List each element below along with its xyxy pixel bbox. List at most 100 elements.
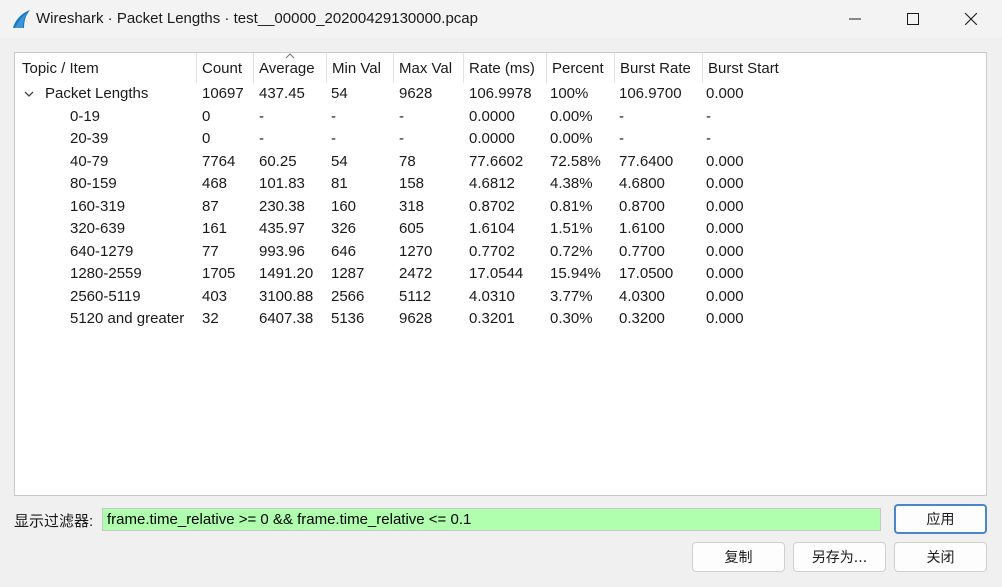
header-percent[interactable]: Percent <box>552 60 604 77</box>
cell-count: 0 <box>202 130 211 147</box>
cell-burst-start: 0.000 <box>706 175 744 192</box>
cell-percent: 15.94% <box>550 265 601 282</box>
cell-burst-rate: - <box>619 130 624 147</box>
column-separator[interactable] <box>393 53 394 83</box>
cell-burst-start: 0.000 <box>706 242 744 260</box>
column-separator[interactable] <box>702 53 703 83</box>
cell-max-val: 5112 <box>399 287 432 305</box>
cell-count: 468 <box>202 175 228 192</box>
tree-row[interactable]: 40-79 7764 60.25 54 78 77.6602 72.58% 77.6400 0.… <box>15 151 986 174</box>
column-separator[interactable] <box>326 53 327 83</box>
cell-rate: 0.8702 <box>469 197 515 215</box>
column-separator[interactable] <box>463 53 464 83</box>
cell-burst-rate: 4.6800 <box>619 175 665 192</box>
cell-min-val: 54 <box>331 85 348 102</box>
header-rate[interactable]: Rate (ms) <box>469 60 535 77</box>
copy-button[interactable]: 复制 <box>692 542 785 572</box>
display-filter-label: 显示过滤器: <box>14 513 94 530</box>
cell-max-val: 78 <box>399 152 416 170</box>
cell-rate: 0.0000 <box>469 107 515 125</box>
cell-rate: 77.6602 <box>469 152 524 170</box>
cell-topic: Packet Lengths <box>45 85 149 102</box>
cell-burst-rate: 0.3200 <box>619 310 665 327</box>
apply-button[interactable]: 应用 <box>894 504 987 534</box>
tree-row[interactable]: 20-39 0 - - - 0.0000 0.00% - - <box>15 128 986 151</box>
cell-average: 993.96 <box>259 242 305 260</box>
cell-percent: 0.30% <box>550 310 593 327</box>
tree-rows: Packet Lengths 10697 437.45 54 9628 106.… <box>15 83 986 331</box>
cell-burst-start: - <box>706 130 711 147</box>
tree-row[interactable]: 640-1279 77 993.96 646 1270 0.7702 0.72% 0.7700… <box>15 241 986 264</box>
cell-topic: 0-19 <box>70 107 101 125</box>
header-topic[interactable]: Topic / Item <box>22 60 99 77</box>
cell-burst-rate: 106.9700 <box>619 85 682 102</box>
cell-min-val: 1287 <box>331 265 365 282</box>
header-burst-rate[interactable]: Burst Rate <box>620 60 691 77</box>
cell-max-val: - <box>399 107 404 125</box>
tree-row[interactable]: 80-159 468 101.83 81 158 4.6812 4.38% 4.6800 0.0… <box>15 173 986 196</box>
tree-row-parent[interactable]: Packet Lengths 10697 437.45 54 9628 106.… <box>15 83 986 106</box>
cell-average: 6407.38 <box>259 310 314 327</box>
tree-row[interactable]: 160-319 87 230.38 160 318 0.8702 0.81% 0.8700 0.… <box>15 196 986 219</box>
cell-average: 230.38 <box>259 197 305 215</box>
close-window-button[interactable] <box>942 0 1000 38</box>
cell-percent: 100% <box>550 85 589 102</box>
cell-min-val: 326 <box>331 220 357 237</box>
stats-tree[interactable]: Topic / Item Count Average Min Val Max V… <box>14 52 987 496</box>
cell-topic: 1280-2559 <box>70 265 142 282</box>
column-separator[interactable] <box>546 53 547 83</box>
tree-row[interactable]: 1280-2559 1705 1491.20 1287 2472 17.0544 15.94… <box>15 263 986 286</box>
tree-row[interactable]: 5120 and greater 32 6407.38 5136 9628 0.3201 0… <box>15 308 986 331</box>
cell-count: 1705 <box>202 265 236 282</box>
wireshark-fin-icon <box>13 10 30 28</box>
cell-min-val: 2566 <box>331 287 365 305</box>
cell-rate: 17.0544 <box>469 265 524 282</box>
cell-count: 87 <box>202 197 219 215</box>
cell-average: 1491.20 <box>259 265 314 282</box>
cell-min-val: 160 <box>331 197 357 215</box>
header-min-val[interactable]: Min Val <box>332 60 381 77</box>
cell-percent: 0.81% <box>550 197 593 215</box>
title-bar: Wireshark · Packet Lengths · test__00000… <box>0 0 1002 38</box>
cell-burst-start: 0.000 <box>706 310 744 327</box>
cell-rate: 4.6812 <box>469 175 515 192</box>
cell-average: - <box>259 130 264 147</box>
cell-burst-start: 0.000 <box>706 85 744 102</box>
save-as-button[interactable]: 另存为... <box>793 542 886 572</box>
header-average[interactable]: Average <box>259 60 315 77</box>
column-separator[interactable] <box>614 53 615 83</box>
header-max-val[interactable]: Max Val <box>399 60 452 77</box>
cell-topic: 80-159 <box>70 175 117 192</box>
cell-min-val: 646 <box>331 242 357 260</box>
cell-min-val: - <box>331 107 336 125</box>
cell-count: 403 <box>202 287 228 305</box>
sort-ascending-icon <box>285 53 295 59</box>
cell-burst-rate: 0.8700 <box>619 197 665 215</box>
chevron-down-icon[interactable] <box>23 88 35 100</box>
tree-row[interactable]: 0-19 0 - - - 0.0000 0.00% - - <box>15 106 986 129</box>
cell-min-val: - <box>331 130 336 147</box>
cell-max-val: 158 <box>399 175 425 192</box>
display-filter-input[interactable] <box>102 508 881 531</box>
cell-rate: 0.3201 <box>469 310 515 327</box>
close-button[interactable]: 关闭 <box>894 542 987 572</box>
cell-burst-rate: 1.6100 <box>619 220 665 237</box>
tree-row[interactable]: 2560-5119 403 3100.88 2566 5112 4.0310 3.77% 4.… <box>15 286 986 309</box>
minimize-button[interactable] <box>826 0 884 38</box>
column-separator[interactable] <box>196 53 197 83</box>
window-title: Wireshark · Packet Lengths · test__00000… <box>36 10 478 27</box>
cell-percent: 1.51% <box>550 220 593 237</box>
tree-row[interactable]: 320-639 161 435.97 326 605 1.6104 1.51% 1.6100 0… <box>15 218 986 241</box>
cell-average: 435.97 <box>259 220 305 237</box>
maximize-button[interactable] <box>884 0 942 38</box>
cell-count: 77 <box>202 242 219 260</box>
cell-percent: 4.38% <box>550 175 593 192</box>
maximize-icon <box>907 13 919 25</box>
header-count[interactable]: Count <box>202 60 242 77</box>
column-separator[interactable] <box>253 53 254 83</box>
cell-topic: 640-1279 <box>70 242 134 260</box>
cell-min-val: 54 <box>331 152 348 170</box>
column-header-row: Topic / Item Count Average Min Val Max V… <box>15 53 986 83</box>
header-burst-start[interactable]: Burst Start <box>708 60 779 77</box>
cell-topic: 40-79 <box>70 152 109 170</box>
